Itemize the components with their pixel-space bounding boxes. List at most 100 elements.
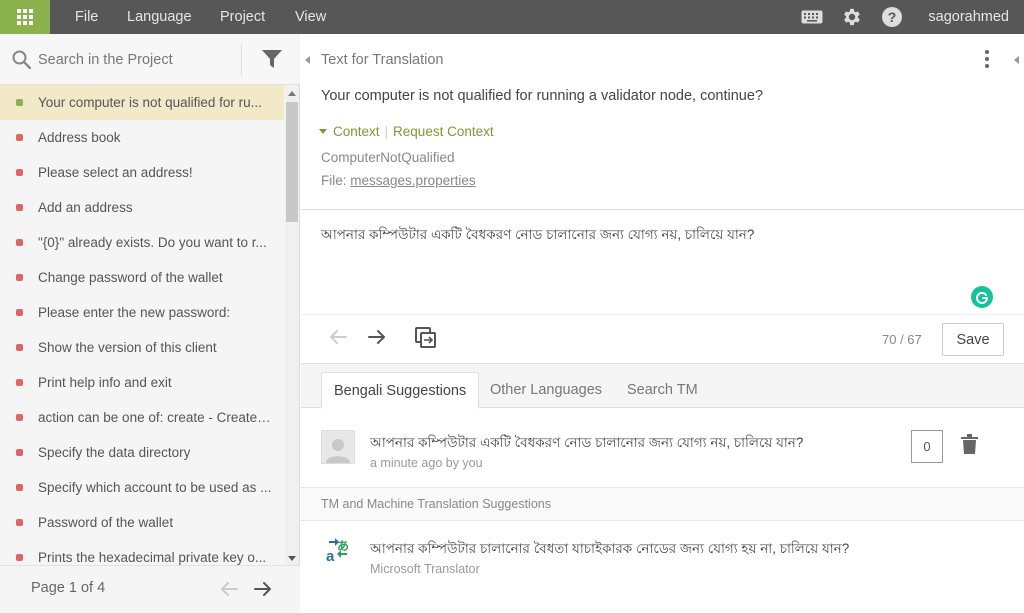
translated-status-icon [16,99,23,106]
search-bar [0,34,300,85]
list-item[interactable]: Please enter the new password: [0,295,284,330]
suggestion-meta: a minute ago by you [370,456,483,470]
untranslated-status-icon [16,379,23,386]
untranslated-status-icon [16,239,23,246]
list-item[interactable]: Change password of the wallet [0,260,284,295]
list-item[interactable]: Please select an address! [0,155,284,190]
list-item-label: "{0}" already exists. Do you want to r..… [38,235,267,250]
scrollbar[interactable] [285,85,299,565]
divider [241,44,242,76]
untranslated-status-icon [16,554,23,561]
untranslated-status-icon [16,344,23,351]
pagination-bar: Page 1 of 4 [0,565,300,613]
page-indicator: Page 1 of 4 [31,580,106,596]
next-page-arrow-icon[interactable] [254,580,272,601]
list-item-label: Print help info and exit [38,375,172,390]
more-options-icon[interactable] [981,50,993,70]
list-item[interactable]: Password of the wallet [0,505,284,540]
tab-search-tm[interactable]: Search TM [615,372,710,409]
svg-text:?: ? [888,9,897,25]
source-string: Your computer is not qualified for runni… [321,88,764,104]
top-bar: File Language Project View ? sagorahmed [0,0,1024,34]
context-key: ComputerNotQualified [321,150,455,165]
filter-icon[interactable] [262,49,282,72]
list-item-label: Please enter the new password: [38,305,231,320]
tm-section-title: TM and Machine Translation Suggestions [321,497,551,511]
list-item[interactable]: action can be one of: create - Create ..… [0,400,284,435]
menu-language[interactable]: Language [127,0,192,34]
trash-icon[interactable] [961,434,978,457]
menu-file[interactable]: File [75,0,98,34]
list-item[interactable]: Specify which account to be used as ... [0,470,284,505]
editor-toolbar: 70 / 67 Save [301,315,1024,363]
mt-suggestion-text: আপনার কম্পিউটার চালানোর বৈধতা যাচাইকারক … [370,541,850,556]
divider [301,209,1024,210]
list-item[interactable]: Your computer is not qualified for ru... [0,85,284,120]
mt-source: Microsoft Translator [370,562,480,576]
list-item[interactable]: Print help info and exit [0,365,284,400]
list-item-label: Please select an address! [38,165,193,180]
untranslated-status-icon [16,134,23,141]
file-info: File: messages.properties [321,173,476,188]
scroll-up-arrow-icon[interactable] [288,91,296,96]
list-item[interactable]: Add an address [0,190,284,225]
search-input[interactable] [38,46,233,74]
svg-text:あ: あ [337,539,349,553]
editor-panel: Text for Translation Your computer is no… [301,34,1024,613]
suggestion-item[interactable]: আপনার কম্পিউটার একটি বৈধকরণ নোড চালানোর … [301,408,1024,488]
list-item-label: Change password of the wallet [38,270,223,285]
untranslated-status-icon [16,484,23,491]
search-icon [12,50,32,72]
list-item[interactable]: Prints the hexadecimal private key o... [0,540,284,565]
list-item[interactable]: Specify the data directory [0,435,284,470]
machine-translation-item[interactable]: a あ আপনার কম্পিউটার চালানোর বৈধতা যাচাইক… [301,521,1024,613]
untranslated-status-icon [16,519,23,526]
untranslated-status-icon [16,274,23,281]
list-item[interactable]: "{0}" already exists. Do you want to r..… [0,225,284,260]
tab-other-languages[interactable]: Other Languages [478,372,614,409]
suggestion-tabs: Bengali Suggestions Other Languages Sear… [301,363,1024,409]
context-toggle[interactable]: Context [333,124,380,139]
list-item-label: Show the version of this client [38,340,217,355]
list-item-label: Address book [38,130,121,145]
grammarly-icon[interactable] [971,286,993,308]
keyboard-icon[interactable] [800,5,824,29]
request-context-link[interactable]: Request Context [393,124,494,139]
redo-arrow-icon[interactable] [368,328,386,349]
list-item-label: Your computer is not qualified for ru... [38,95,262,110]
collapse-right-arrow-icon[interactable] [1014,56,1019,64]
tab-bengali-suggestions[interactable]: Bengali Suggestions [321,372,480,409]
list-item[interactable]: Show the version of this client [0,330,284,365]
caret-down-icon [319,129,327,134]
scroll-thumb[interactable] [286,102,298,222]
save-button[interactable]: Save [942,323,1004,356]
menu-view[interactable]: View [295,0,326,34]
string-list-panel: Your computer is not qualified for ru...… [0,34,300,613]
list-item-label: Specify the data directory [38,445,191,460]
menu-project[interactable]: Project [220,0,265,34]
file-link[interactable]: messages.properties [350,173,475,188]
undo-arrow-icon[interactable] [329,328,347,349]
vote-count[interactable]: 0 [911,430,943,463]
gear-icon[interactable] [840,5,864,29]
suggestion-text: আপনার কম্পিউটার একটি বৈধকরণ নোড চালানোর … [370,435,804,450]
apps-grid-icon[interactable] [0,0,50,34]
untranslated-status-icon [16,449,23,456]
avatar [321,430,355,464]
username[interactable]: sagorahmed [928,0,1009,34]
list-item[interactable]: Address book [0,120,284,155]
file-label: File: [321,173,347,188]
string-list: Your computer is not qualified for ru...… [0,85,284,565]
list-item-label: Password of the wallet [38,515,174,530]
help-icon[interactable]: ? [880,5,904,29]
translation-textarea[interactable]: আপনার কম্পিউটার একটি বৈধকরণ নোড চালানোর … [321,224,1001,247]
svg-text:a: a [326,548,335,563]
previous-page-arrow-icon[interactable] [220,580,238,601]
copy-source-icon[interactable] [415,327,437,352]
untranslated-status-icon [16,169,23,176]
collapse-left-arrow-icon[interactable] [305,56,310,64]
character-counter: 70 / 67 [882,332,922,347]
untranslated-status-icon [16,204,23,211]
scroll-down-arrow-icon[interactable] [288,556,296,561]
panel-title: Text for Translation [321,52,444,68]
